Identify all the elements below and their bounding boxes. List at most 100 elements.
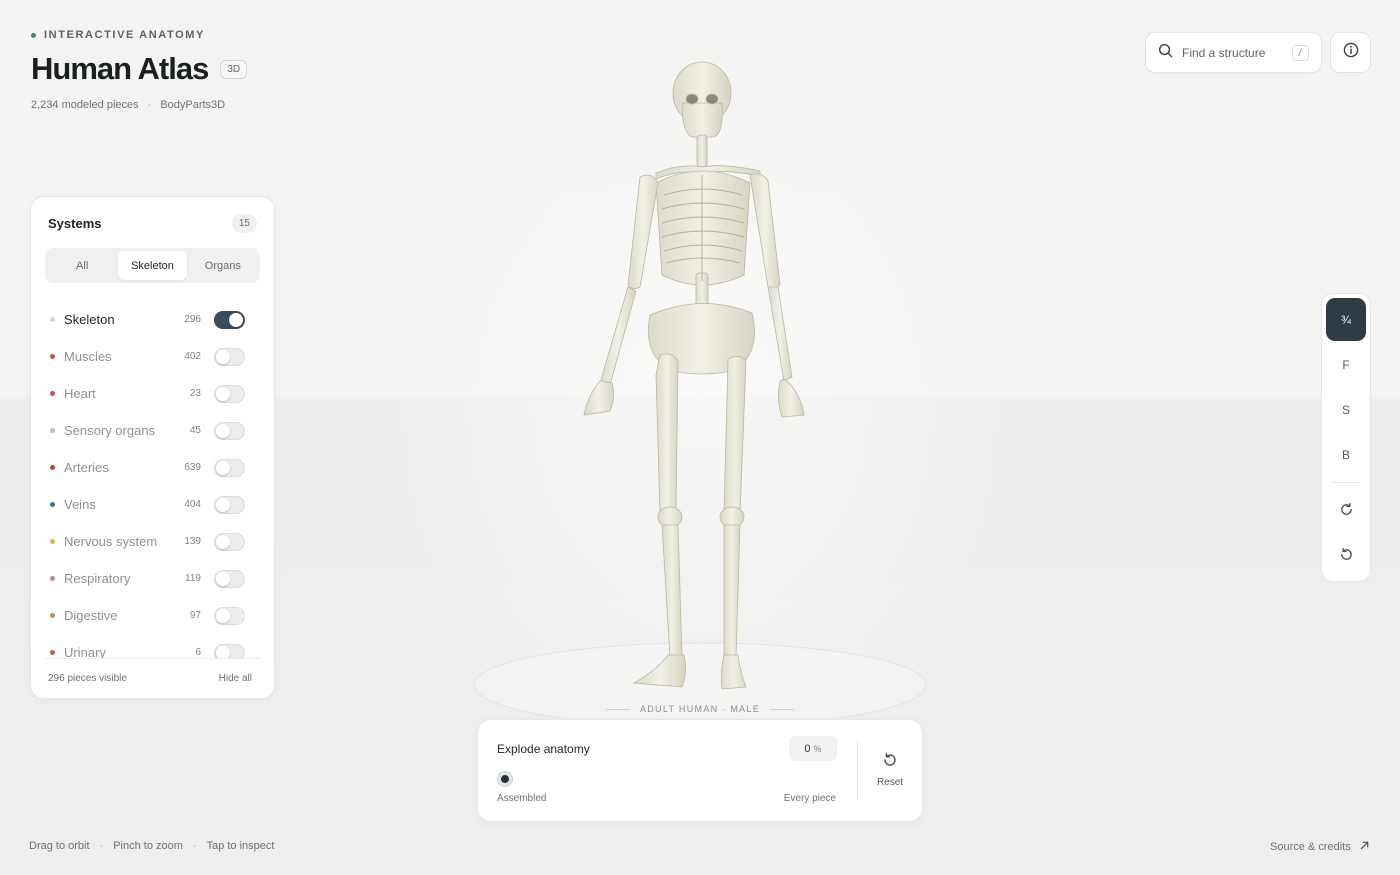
system-visibility-toggle[interactable] (214, 347, 245, 366)
system-visibility-toggle[interactable] (214, 310, 245, 329)
search-box[interactable]: Find a structure / (1145, 32, 1322, 73)
system-visibility-toggle[interactable] (214, 532, 245, 551)
view-side-button[interactable]: S (1326, 388, 1366, 431)
rail-divider (1332, 482, 1360, 483)
hint-inspect: Tap to inspect (206, 840, 275, 852)
skeleton-model[interactable] (470, 55, 930, 720)
explode-value-number: 0 (804, 742, 811, 755)
system-color-dot (50, 428, 55, 433)
visible-count: 296 pieces visible (48, 673, 127, 684)
system-color-dot (50, 465, 55, 470)
system-row-muscles[interactable]: Muscles 402 (31, 338, 276, 375)
system-visibility-toggle[interactable] (214, 458, 245, 477)
status-dot (31, 32, 36, 38)
mode-badge: 3D (220, 59, 248, 79)
system-filter-tabs: All Skeleton Organs (45, 248, 260, 283)
system-label: Muscles (64, 349, 112, 364)
toggle-knob (216, 645, 230, 658)
meta-line: 2,234 modeled pieces · BodyParts3D (31, 99, 247, 111)
tab-skeleton[interactable]: Skeleton (118, 251, 187, 280)
system-color-dot (50, 502, 55, 507)
explode-slider-handle[interactable] (498, 772, 512, 786)
systems-panel: Systems 15 All Skeleton Organs Skeleton 2… (30, 196, 275, 699)
info-icon (1343, 42, 1359, 63)
system-visibility-toggle[interactable] (214, 643, 245, 658)
rotate-clockwise-button[interactable] (1326, 489, 1366, 532)
system-row-arteries[interactable]: Arteries 639 (31, 449, 276, 486)
hint-separator: · (192, 840, 197, 852)
rotate-ccw-icon (1339, 547, 1354, 565)
system-piece-count: 639 (184, 462, 201, 473)
explode-value: 0 % (789, 736, 837, 761)
systems-title: Systems (48, 216, 102, 231)
hint-orbit: Drag to orbit (29, 840, 90, 852)
view-front-button[interactable]: F (1326, 343, 1366, 386)
system-row-heart[interactable]: Heart 23 (31, 375, 276, 412)
system-piece-count: 402 (184, 351, 201, 362)
system-visibility-toggle[interactable] (214, 569, 245, 588)
credits-label: Source & credits (1270, 841, 1351, 853)
stage-label: ADULT HUMAN · MALE (606, 704, 794, 714)
systems-count: 15 (231, 214, 257, 233)
explode-slider-track[interactable] (498, 778, 836, 781)
system-row-nervous-system[interactable]: Nervous system 139 (31, 523, 276, 560)
system-visibility-toggle[interactable] (214, 606, 245, 625)
system-row-sensory-organs[interactable]: Sensory organs 45 (31, 412, 276, 449)
system-label: Sensory organs (64, 423, 156, 438)
explode-divider (857, 742, 858, 800)
rotate-counterclockwise-button[interactable] (1326, 534, 1366, 577)
search-input[interactable]: Find a structure (1182, 46, 1283, 60)
toggle-knob (229, 312, 243, 327)
system-row-veins[interactable]: Veins 404 (31, 486, 276, 523)
meta-separator: · (147, 99, 152, 111)
stage-label-rule-left (606, 708, 630, 710)
system-color-dot (50, 354, 55, 359)
system-piece-count: 97 (189, 610, 201, 621)
explode-min-label: Assembled (497, 793, 547, 804)
tab-all[interactable]: All (48, 251, 116, 280)
brand-header: INTERACTIVE ANATOMY Human Atlas 3D 2,234… (31, 29, 248, 111)
credits-link[interactable]: Source & credits (1270, 840, 1370, 854)
system-row-urinary[interactable]: Urinary 6 (31, 634, 276, 658)
system-piece-count: 6 (195, 647, 201, 658)
rotate-cw-icon (1339, 502, 1354, 520)
toggle-knob (216, 571, 230, 586)
info-button[interactable] (1330, 32, 1371, 73)
data-source: BodyParts3D (160, 99, 226, 111)
system-color-dot (50, 650, 55, 655)
explode-title: Explode anatomy (497, 742, 590, 756)
system-visibility-toggle[interactable] (214, 421, 245, 440)
stage-label-rule-right (770, 708, 794, 710)
gesture-hints: Drag to orbit · Pinch to zoom · Tap to i… (29, 840, 274, 852)
eyebrow-text: INTERACTIVE ANATOMY (44, 29, 205, 41)
toggle-knob (216, 608, 230, 623)
specimen-label: ADULT HUMAN · MALE (639, 704, 761, 714)
system-label: Urinary (64, 645, 106, 658)
view-three-quarter-button[interactable]: ¾ (1326, 298, 1366, 341)
explode-value-unit: % (813, 743, 822, 754)
system-visibility-toggle[interactable] (214, 495, 245, 514)
system-row-respiratory[interactable]: Respiratory 119 (31, 560, 276, 597)
view-back-button[interactable]: B (1326, 433, 1366, 476)
reset-button[interactable]: Reset (868, 752, 912, 788)
reset-icon (882, 752, 898, 771)
system-color-dot (50, 576, 55, 581)
tab-organs[interactable]: Organs (189, 251, 257, 280)
system-piece-count: 296 (184, 314, 201, 325)
view-rail: ¾ F S B (1321, 293, 1371, 582)
search-icon (1158, 43, 1173, 63)
system-piece-count: 139 (184, 536, 201, 547)
hide-all-button[interactable]: Hide all (219, 673, 252, 684)
system-visibility-toggle[interactable] (214, 384, 245, 403)
system-label: Respiratory (64, 571, 131, 586)
system-row-skeleton[interactable]: Skeleton 296 (31, 301, 276, 338)
toggle-knob (216, 423, 230, 438)
toggle-knob (216, 534, 230, 549)
system-row-digestive[interactable]: Digestive 97 (31, 597, 276, 634)
reset-label: Reset (876, 777, 904, 788)
system-color-dot (50, 539, 55, 544)
system-label: Digestive (64, 608, 118, 623)
page-title: Human Atlas (31, 51, 209, 86)
system-label: Arteries (64, 460, 109, 475)
toggle-knob (216, 497, 230, 512)
